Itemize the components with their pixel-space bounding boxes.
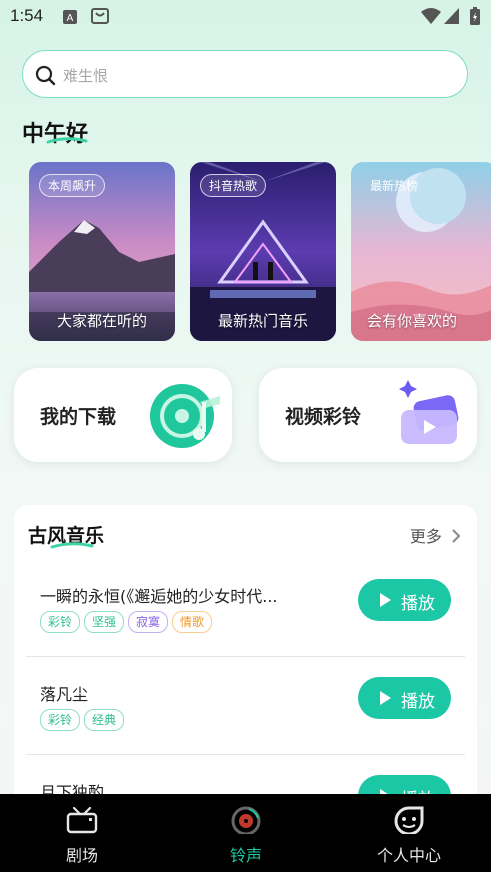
video-ringtone-button[interactable]: 视频彩铃 [259,368,477,462]
song-tags: 彩铃 经典 [40,709,128,731]
tv-icon [66,806,98,834]
search-input[interactable] [61,61,445,91]
card-tag: 最新热榜 [370,179,419,193]
card-caption: 会有你喜欢的 [367,312,458,330]
play-button[interactable]: 播放 [358,677,451,719]
card-weekly-rising[interactable]: 本周飙升 大家都在听的 [29,162,175,341]
card-caption: 最新热门音乐 [217,312,308,330]
battery-icon [470,7,480,29]
tag-chip: 经典 [84,709,125,731]
play-label: 播放 [401,594,435,614]
more-label: 更多 [409,527,442,546]
divider [26,754,465,755]
play-icon [380,593,391,607]
tag-chip: 彩铃 [40,709,81,731]
video-icon [399,380,459,444]
play-label: 播放 [401,692,435,712]
my-downloads-label: 我的下载 [40,406,117,428]
signal-icon [444,7,460,29]
tag-chip: 坚强 [84,611,125,633]
profile-icon [394,806,424,834]
play-icon [380,691,391,705]
nav-item-ringtone[interactable]: 铃声 [186,794,306,872]
divider [26,656,465,657]
my-downloads-button[interactable]: 我的下载 [14,368,232,462]
card-caption: 大家都在听的 [56,312,147,330]
featured-cards: 本周飙升 大家都在听的 抖音热歌 最新热门音乐 最新热榜 会有你喜欢的 [29,162,491,342]
nav-item-theater[interactable]: 剧场 [22,794,142,872]
status-bar: 1:54 A [0,0,491,36]
nav-label: 个人中心 [376,846,441,865]
more-link[interactable]: 更多 [410,523,461,547]
store-icon [91,8,109,24]
play-button[interactable]: 播放 [358,579,451,621]
greeting-underline [46,137,88,144]
song-name: 一瞬的永恒(《邂逅她的少女时代... [40,587,278,606]
card-latest-chart[interactable]: 最新热榜 会有你喜欢的 [351,162,491,341]
list-item[interactable]: 落凡尘 彩铃 经典 播放 [26,675,465,755]
nav-item-profile[interactable]: 个人中心 [349,794,469,872]
card-tag: 抖音热歌 [200,174,267,197]
title-underline [50,542,94,549]
search-icon [35,65,57,91]
ancient-music-section: 古风音乐 更多 一瞬的永恒(《邂逅她的少女时代... 彩铃 坚强 寂寞 情歌 播放 落… [14,505,477,805]
list-item[interactable]: 一瞬的永恒(《邂逅她的少女时代... 彩铃 坚强 寂寞 情歌 播放 [26,577,465,657]
record-icon [231,806,261,834]
tag-chip: 彩铃 [40,611,81,633]
song-tags: 彩铃 坚强 寂寞 情歌 [40,611,216,633]
song-name: 落凡尘 [40,685,89,704]
search-bar[interactable] [22,50,468,98]
card-douyin-hot[interactable]: 抖音热歌 最新热门音乐 [190,162,336,341]
a-icon: A [63,9,77,24]
nav-label: 剧场 [65,846,98,865]
svg-text:A: A [67,13,74,24]
chevron-right-icon [452,529,461,543]
card-tag: 本周飙升 [39,174,106,197]
bottom-nav: 剧场 铃声 个人中心 [0,794,491,872]
nav-label: 铃声 [229,846,262,865]
wifi-icon [421,7,441,29]
disc-music-icon [150,384,220,448]
tag-chip: 寂寞 [128,611,169,633]
status-time: 1:54 [10,6,44,25]
video-ringtone-label: 视频彩铃 [285,406,362,428]
tag-chip: 情歌 [172,611,213,633]
